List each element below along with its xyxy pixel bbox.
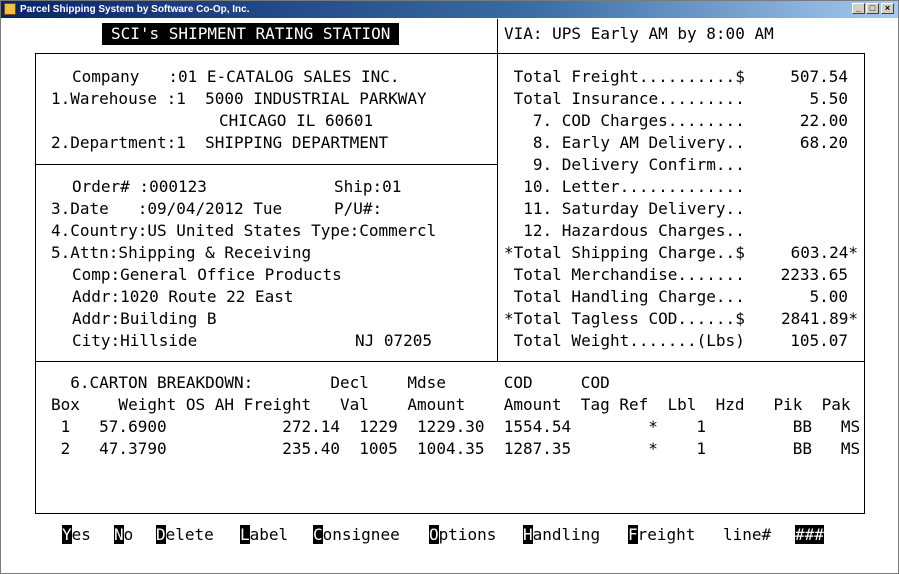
- charge-value: [751, 220, 848, 242]
- pu-number-field[interactable]: P/U#:: [334, 198, 382, 220]
- charge-value: 68.20: [799, 133, 848, 152]
- frame-top-line: [35, 53, 865, 54]
- line-number-input[interactable]: ###: [795, 524, 824, 546]
- app-window: Parcel Shipping System by Software Co-Op…: [0, 0, 899, 574]
- address2-field[interactable]: Addr:Building B: [72, 308, 217, 330]
- charge-value: [751, 198, 848, 220]
- ship-field[interactable]: Ship:01: [334, 176, 401, 198]
- charge-label: Total Insurance.........: [504, 89, 745, 108]
- title-bar: Parcel Shipping System by Software Co-Op…: [1, 1, 898, 18]
- charge-label: *Total Shipping Charge..$: [504, 243, 745, 262]
- freight-key[interactable]: Freight: [628, 524, 695, 546]
- order-number-field[interactable]: Order# :000123: [72, 176, 207, 198]
- charge-label[interactable]: 11. Saturday Delivery..: [504, 198, 745, 220]
- country-field[interactable]: 4.Country:US United States Type:Commercl: [51, 220, 436, 242]
- window-title: Parcel Shipping System by Software Co-Op…: [20, 4, 250, 15]
- charge-label[interactable]: 7. COD Charges........: [504, 110, 745, 132]
- carton-header-row2: Box Weight OS AH Freight Val Amount Amou…: [51, 395, 851, 414]
- handling-key[interactable]: Handling: [523, 524, 600, 546]
- charge-label: Total Handling Charge...: [504, 287, 745, 306]
- comp-field[interactable]: Comp:General Office Products: [72, 264, 342, 286]
- charge-value: 507.54: [790, 67, 848, 86]
- carton-row[interactable]: 2 47.3790 235.40 1005 1004.35 1287.35 * …: [51, 438, 861, 460]
- label-key[interactable]: Label: [240, 524, 288, 546]
- app-icon: [4, 3, 16, 15]
- charge-value: [751, 154, 848, 176]
- terminal-screen: SCI's SHIPMENT RATING STATION VIA: UPS E…: [1, 19, 898, 573]
- department-field[interactable]: 2.Department:1 SHIPPING DEPARTMENT: [51, 132, 388, 154]
- city-field[interactable]: City:Hillside: [72, 330, 197, 352]
- warehouse-field[interactable]: 1.Warehouse :1 5000 INDUSTRIAL PARKWAY: [51, 88, 427, 110]
- date-field[interactable]: 3.Date :09/04/2012 Tue: [51, 198, 282, 220]
- frame-right-line: [864, 53, 865, 514]
- charge-value: 2841.89*: [780, 309, 858, 328]
- charge-value: [751, 176, 848, 198]
- state-zip-field[interactable]: NJ 07205: [355, 330, 432, 352]
- charge-label: Total Weight.......(Lbs): [504, 331, 745, 350]
- charge-label[interactable]: 10. Letter.............: [504, 176, 745, 198]
- charge-label[interactable]: 12. Hazardous Charges..: [504, 220, 745, 242]
- line-number-key[interactable]: line#: [723, 524, 771, 546]
- carton-header-row1: 6.CARTON BREAKDOWN: Decl Mdse COD COD: [51, 373, 610, 392]
- frame-bottom-line: [35, 513, 865, 514]
- charge-label[interactable]: 8. Early AM Delivery..: [504, 132, 745, 154]
- maximize-button[interactable]: □: [866, 3, 879, 14]
- charge-value: 2233.65: [780, 265, 848, 284]
- charge-label: Total Merchandise.......: [504, 265, 745, 284]
- carton-row[interactable]: 1 57.6900 272.14 1229 1229.30 1554.54 * …: [51, 416, 861, 438]
- charge-value: 5.00: [809, 287, 848, 306]
- charge-value: 22.00: [799, 111, 848, 130]
- attn-field[interactable]: 5.Attn:Shipping & Receiving: [51, 242, 311, 264]
- charge-value: 5.50: [809, 89, 848, 108]
- no-key[interactable]: No: [114, 524, 133, 546]
- yes-key[interactable]: Yes: [62, 524, 91, 546]
- consignee-key[interactable]: Consignee: [313, 524, 400, 546]
- charge-value: 105.07: [790, 331, 848, 350]
- warehouse-city: CHICAGO IL 60601: [219, 111, 374, 130]
- frame-center-divider: [497, 19, 498, 362]
- address1-field[interactable]: Addr:1020 Route 22 East: [72, 286, 294, 308]
- close-button[interactable]: ×: [881, 3, 894, 14]
- company-field[interactable]: Company :01 E-CATALOG SALES INC.: [72, 66, 400, 88]
- minimize-button[interactable]: _: [852, 3, 865, 14]
- via-service: VIA: UPS Early AM by 8:00 AM: [504, 24, 774, 43]
- delete-key[interactable]: Delete: [156, 524, 214, 546]
- screen-title: SCI's SHIPMENT RATING STATION: [102, 23, 400, 45]
- frame-company-divider: [35, 164, 497, 165]
- frame-left-line: [35, 53, 36, 514]
- charge-label: *Total Tagless COD......$: [504, 309, 745, 328]
- charge-value: 603.24*: [790, 243, 858, 262]
- options-key[interactable]: Options: [429, 524, 496, 546]
- charge-label: Total Freight..........$: [504, 67, 745, 86]
- frame-middle-line: [35, 361, 865, 362]
- charge-label[interactable]: 9. Delivery Confirm...: [504, 154, 745, 176]
